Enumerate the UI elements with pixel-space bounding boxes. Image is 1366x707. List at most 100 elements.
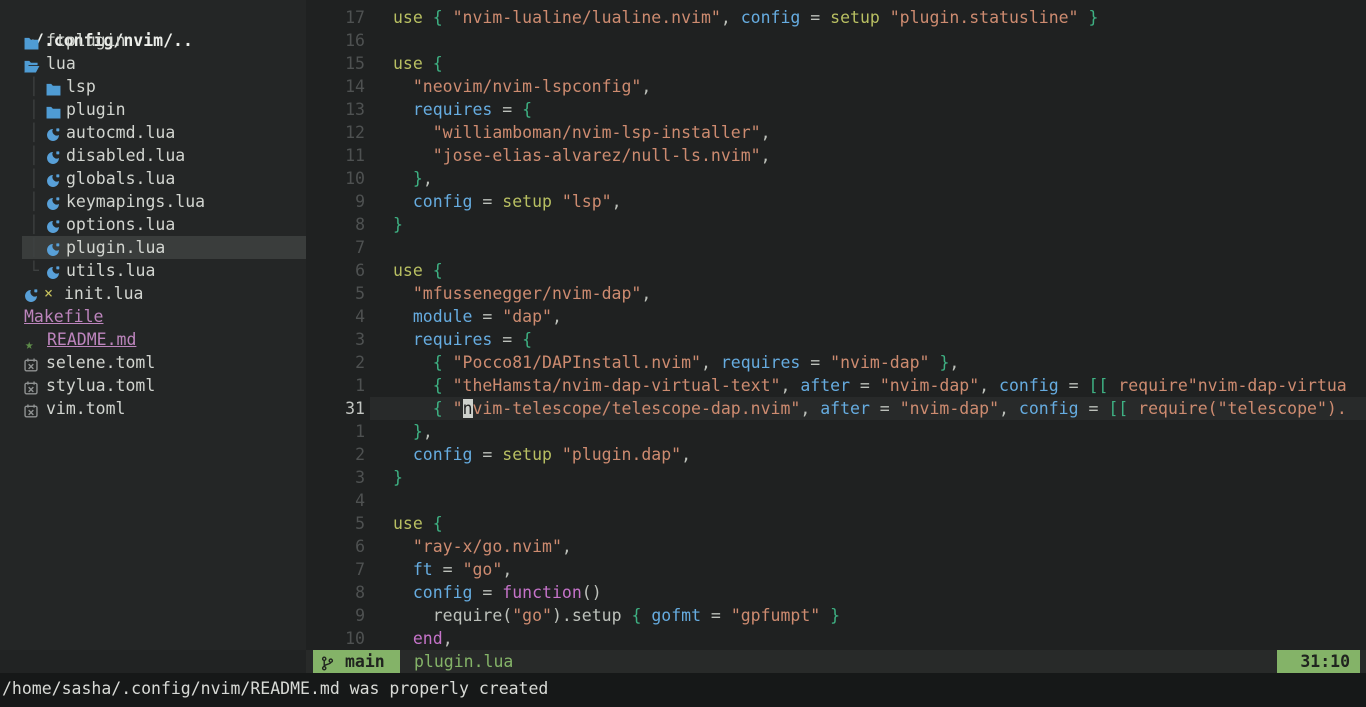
- tree-item-label: options.lua: [66, 213, 175, 236]
- tree-item-label: vim.toml: [46, 397, 125, 420]
- tree-item-utils-lua[interactable]: └utils.lua: [0, 259, 306, 282]
- tree-item-label: Makefile: [24, 305, 103, 328]
- indent-guide: │: [29, 236, 39, 259]
- code-text: }: [393, 466, 403, 489]
- code-line[interactable]: 9 require("go").setup { gofmt = "gpfumpt…: [306, 604, 1366, 627]
- code-line[interactable]: 16: [306, 29, 1366, 52]
- code-line[interactable]: 8 config = function(): [306, 581, 1366, 604]
- tree-item-readme-md[interactable]: ★README.md: [0, 328, 306, 351]
- code-text: end,: [393, 627, 453, 650]
- command-message: /home/sasha/.config/nvim/README.md was p…: [0, 673, 1366, 707]
- code-line[interactable]: 6 "ray-x/go.nvim",: [306, 535, 1366, 558]
- line-number: 14: [306, 75, 365, 98]
- code-text: use { "nvim-lualine/lualine.nvim", confi…: [393, 6, 1098, 29]
- code-text: ft = "go",: [393, 558, 512, 581]
- line-number: 6: [306, 535, 365, 558]
- tree-item-label: init.lua: [64, 282, 143, 305]
- code-line-current[interactable]: 31 { "nvim-telescope/telescope-dap.nvim"…: [306, 397, 1366, 420]
- code-line[interactable]: 3}: [306, 466, 1366, 489]
- tree-item-label: stylua.toml: [46, 374, 155, 397]
- diagnostic-x-icon: ×: [44, 282, 53, 305]
- code-text: "williamboman/nvim-lsp-installer",: [393, 121, 771, 144]
- code-line[interactable]: 12 "williamboman/nvim-lsp-installer",: [306, 121, 1366, 144]
- tree-item-plugin-lua[interactable]: │plugin.lua: [0, 236, 306, 259]
- code-line[interactable]: 7 ft = "go",: [306, 558, 1366, 581]
- line-number: 1: [306, 374, 365, 397]
- line-number: 13: [306, 98, 365, 121]
- code-line[interactable]: 2 { "Pocco81/DAPInstall.nvim", requires …: [306, 351, 1366, 374]
- code-line[interactable]: 15use {: [306, 52, 1366, 75]
- indent-guide: │: [29, 167, 39, 190]
- line-number: 9: [306, 190, 365, 213]
- tree-item-keymapings-lua[interactable]: │keymapings.lua: [0, 190, 306, 213]
- tree-item-selene-toml[interactable]: selene.toml: [0, 351, 306, 374]
- code-line[interactable]: 2 config = setup "plugin.dap",: [306, 443, 1366, 466]
- file-tree-panel: ~/.config/nvim/.. ftpluginlua│lsp│plugin…: [0, 0, 306, 650]
- tree-item-ftplugin[interactable]: ftplugin: [0, 29, 306, 52]
- code-line[interactable]: 17use { "nvim-lualine/lualine.nvim", con…: [306, 6, 1366, 29]
- tree-item-vim-toml[interactable]: vim.toml: [0, 397, 306, 420]
- tree-item-label: ftplugin: [46, 29, 125, 52]
- statusline: main plugin.lua 31:10: [0, 650, 1366, 673]
- tree-item-label: plugin: [66, 98, 126, 121]
- code-line[interactable]: 7: [306, 236, 1366, 259]
- code-line[interactable]: 13 requires = {: [306, 98, 1366, 121]
- line-number: 7: [306, 236, 365, 259]
- line-number: 8: [306, 581, 365, 604]
- code-text: module = "dap",: [393, 305, 562, 328]
- line-number: 4: [306, 489, 365, 512]
- line-number: 10: [306, 167, 365, 190]
- tree-item-globals-lua[interactable]: │ globals.lua: [0, 167, 306, 190]
- tree-root[interactable]: ~/.config/nvim/..: [0, 6, 306, 29]
- code-line[interactable]: 9 config = setup "lsp",: [306, 190, 1366, 213]
- code-text: { "nvim-telescope/telescope-dap.nvim", a…: [393, 397, 1347, 420]
- code-line[interactable]: 4 module = "dap",: [306, 305, 1366, 328]
- line-number: 5: [306, 512, 365, 535]
- line-number: 1: [306, 420, 365, 443]
- line-number: 4: [306, 305, 365, 328]
- code-line[interactable]: 5use {: [306, 512, 1366, 535]
- code-line[interactable]: 3 requires = {: [306, 328, 1366, 351]
- code-line[interactable]: 10 },: [306, 167, 1366, 190]
- tree-item-disabled-lua[interactable]: │disabled.lua: [0, 144, 306, 167]
- tree-item-lsp[interactable]: │lsp: [0, 75, 306, 98]
- git-branch-name: main: [345, 650, 385, 673]
- code-text: },: [393, 420, 433, 443]
- tree-item-stylua-toml[interactable]: stylua.toml: [0, 374, 306, 397]
- tree-item-init-lua[interactable]: × init.lua: [0, 282, 306, 305]
- code-text: config = setup "lsp",: [393, 190, 622, 213]
- code-line[interactable]: 1 { "theHamsta/nvim-dap-virtual-text", a…: [306, 374, 1366, 397]
- code-text: "mfussenegger/nvim-dap",: [393, 282, 651, 305]
- tree-item-plugin[interactable]: │ plugin: [0, 98, 306, 121]
- git-branch-segment: main: [313, 650, 400, 673]
- tree-item-autocmd-lua[interactable]: │autocmd.lua: [0, 121, 306, 144]
- code-line[interactable]: 1 },: [306, 420, 1366, 443]
- tree-item-lua[interactable]: lua: [0, 52, 306, 75]
- line-number: 16: [306, 29, 365, 52]
- tree-item-makefile[interactable]: Makefile: [0, 305, 306, 328]
- code-line[interactable]: 10 end,: [306, 627, 1366, 650]
- indent-guide: │: [29, 190, 39, 213]
- tree-item-label: utils.lua: [66, 259, 155, 282]
- code-line[interactable]: 8}: [306, 213, 1366, 236]
- indent-guide: │: [29, 144, 39, 167]
- line-number: 10: [306, 627, 365, 650]
- code-text: use {: [393, 52, 443, 75]
- code-line[interactable]: 14 "neovim/nvim-lspconfig",: [306, 75, 1366, 98]
- code-line[interactable]: 4: [306, 489, 1366, 512]
- code-line[interactable]: 5 "mfussenegger/nvim-dap",: [306, 282, 1366, 305]
- file-tree: ~/.config/nvim/.. ftpluginlua│lsp│plugin…: [0, 6, 306, 420]
- tree-item-label: globals.lua: [66, 167, 175, 190]
- indent-guide: │: [29, 98, 39, 121]
- code-text: "neovim/nvim-lspconfig",: [393, 75, 651, 98]
- editor-window[interactable]: 1 7 use { "nvim-lualine/lualine.nvim", con…: [306, 0, 1366, 650]
- line-number: 2: [306, 443, 365, 466]
- line-number: 6: [306, 259, 365, 282]
- code-text: requires = {: [393, 98, 532, 121]
- code-buffer: 1 7 use { "nvim-lualine/lualine.nvim", con…: [306, 6, 1366, 650]
- code-line[interactable]: 11 "jose-elias-alvarez/null-ls.nvim",: [306, 144, 1366, 167]
- tree-item-options-lua[interactable]: │options.lua: [0, 213, 306, 236]
- code-line[interactable]: 6use {: [306, 259, 1366, 282]
- cursor-block: n: [463, 399, 473, 418]
- code-text: "ray-x/go.nvim",: [393, 535, 572, 558]
